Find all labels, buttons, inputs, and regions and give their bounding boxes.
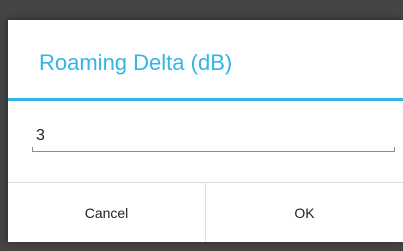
dialog-button-bar: Cancel OK bbox=[8, 182, 403, 242]
roaming-delta-input-container bbox=[32, 120, 395, 154]
title-divider bbox=[8, 98, 403, 101]
roaming-delta-input[interactable] bbox=[32, 120, 395, 152]
input-underline bbox=[32, 151, 395, 152]
roaming-delta-dialog: Roaming Delta (dB) Cancel OK bbox=[8, 20, 403, 242]
cancel-button[interactable]: Cancel bbox=[8, 183, 205, 242]
input-underline-left-tick bbox=[32, 147, 33, 152]
input-underline-right-tick bbox=[394, 147, 395, 152]
dialog-title: Roaming Delta (dB) bbox=[39, 50, 233, 75]
ok-button[interactable]: OK bbox=[206, 183, 403, 242]
